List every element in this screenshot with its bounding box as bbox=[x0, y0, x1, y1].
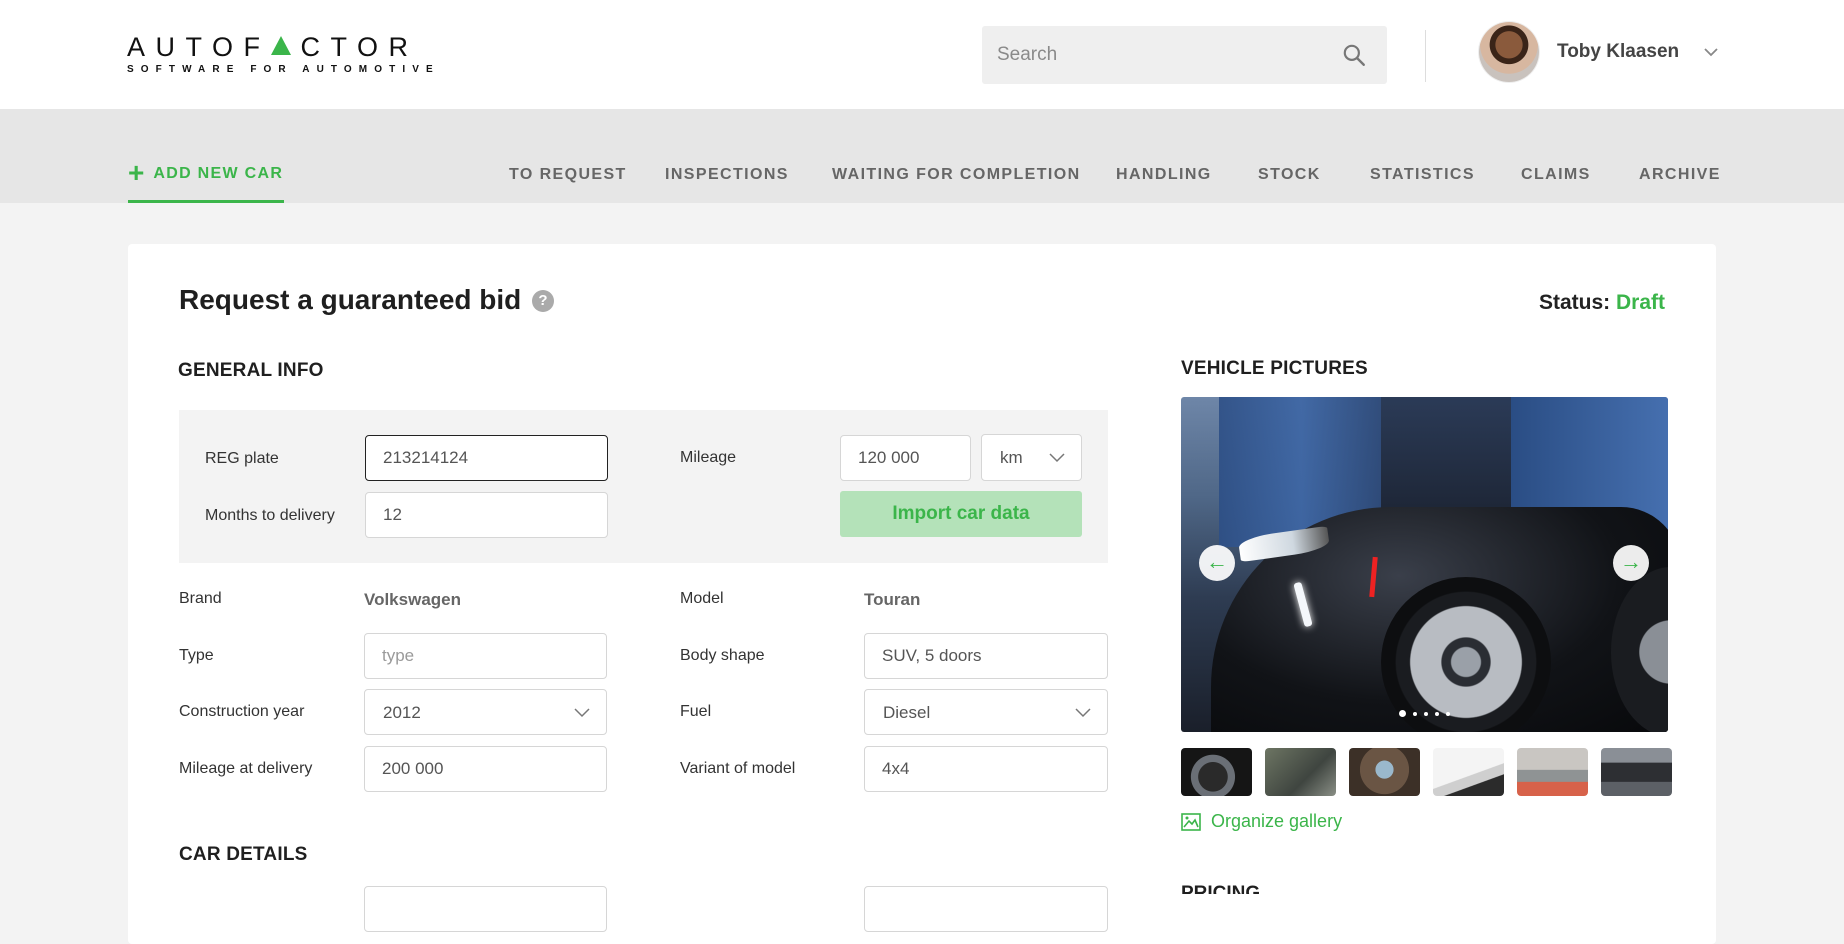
model-value: Touran bbox=[864, 590, 921, 609]
type-field[interactable] bbox=[364, 633, 607, 679]
construction-year-value: 2012 bbox=[383, 703, 421, 722]
mileage-at-delivery-field[interactable] bbox=[364, 746, 607, 792]
body-shape-label: Body shape bbox=[680, 647, 765, 664]
mileage-at-delivery-input[interactable] bbox=[365, 747, 606, 791]
tab-stock[interactable]: STOCK bbox=[1258, 166, 1321, 184]
months-to-delivery-label: Months to delivery bbox=[205, 507, 335, 524]
photo-thumbnail[interactable] bbox=[1265, 748, 1336, 796]
vehicle-pictures-heading: VEHICLE PICTURES bbox=[1181, 358, 1368, 379]
car-details-field-left[interactable] bbox=[364, 886, 607, 932]
tab-statistics[interactable]: STATISTICS bbox=[1370, 166, 1475, 184]
import-car-data-button[interactable]: Import car data bbox=[840, 491, 1082, 537]
car-details-field-right[interactable] bbox=[864, 886, 1108, 932]
months-to-delivery-input[interactable] bbox=[366, 493, 607, 537]
tab-to-request[interactable]: TO REQUEST bbox=[509, 166, 627, 184]
tab-inspections[interactable]: INSPECTIONS bbox=[665, 166, 789, 184]
organize-gallery-label: Organize gallery bbox=[1211, 811, 1343, 831]
page-title: Request a guaranteed bid bbox=[179, 284, 522, 315]
carousel-dots bbox=[1399, 710, 1450, 717]
fuel-value: Diesel bbox=[883, 703, 931, 722]
status-label: Status: bbox=[1538, 291, 1611, 314]
carousel-dot[interactable] bbox=[1446, 711, 1450, 716]
add-new-car-label: ADD NEW CAR bbox=[153, 165, 284, 182]
variant-of-model-field[interactable] bbox=[864, 746, 1108, 792]
mileage-unit-value: km bbox=[1000, 448, 1023, 467]
organize-gallery-link[interactable]: Organize gallery bbox=[1181, 811, 1342, 832]
fuel-select[interactable]: Diesel bbox=[864, 689, 1108, 735]
arrow-right-icon[interactable]: → bbox=[1613, 545, 1649, 581]
tab-archive[interactable]: ARCHIVE bbox=[1639, 166, 1721, 184]
image-icon bbox=[1181, 812, 1201, 831]
photo-thumbnail[interactable] bbox=[1349, 748, 1420, 796]
construction-year-select[interactable]: 2012 bbox=[364, 689, 607, 735]
chevron-down-icon[interactable] bbox=[1703, 44, 1719, 60]
carousel-dot[interactable] bbox=[1413, 711, 1417, 716]
photo-thumbnail[interactable] bbox=[1433, 748, 1504, 796]
search-input[interactable] bbox=[982, 26, 1322, 84]
chevron-down-icon bbox=[574, 708, 590, 718]
user-name[interactable]: Toby Klaasen bbox=[1557, 41, 1679, 63]
photo-thumbnail[interactable] bbox=[1181, 748, 1252, 796]
fuel-label: Fuel bbox=[680, 703, 712, 720]
photo-thumbnail[interactable] bbox=[1601, 748, 1672, 796]
chevron-down-icon bbox=[1049, 453, 1065, 463]
photo-background bbox=[1381, 397, 1511, 517]
status-indicator: Status: Draft bbox=[1539, 291, 1665, 315]
body-shape-field[interactable] bbox=[864, 633, 1108, 679]
mileage-label: Mileage bbox=[680, 449, 737, 466]
tab-waiting-for-completion[interactable]: WAITING FOR COMPLETION bbox=[832, 166, 1081, 184]
mileage-unit-select[interactable]: km bbox=[981, 434, 1082, 481]
body-shape-input[interactable] bbox=[865, 634, 1107, 678]
variant-of-model-label: Variant of model bbox=[680, 760, 796, 777]
user-avatar[interactable] bbox=[1479, 22, 1539, 82]
status-value: Draft bbox=[1615, 291, 1665, 314]
tab-claims[interactable]: CLAIMS bbox=[1521, 166, 1591, 184]
plus-icon: + bbox=[128, 157, 145, 188]
months-to-delivery-field[interactable] bbox=[365, 492, 608, 538]
chevron-down-icon bbox=[1075, 708, 1091, 718]
request-bid-card: Request a guaranteed bid ? Status: Draft… bbox=[128, 244, 1716, 944]
top-header: AUTOFCTOR SOFTWARE FOR AUTOMOTIVE Toby K… bbox=[0, 0, 1844, 109]
pricing-heading: PRICING bbox=[1181, 883, 1261, 894]
logo-tagline: SOFTWARE FOR AUTOMOTIVE bbox=[127, 64, 440, 75]
carousel-dot[interactable] bbox=[1399, 710, 1406, 717]
carousel-dot[interactable] bbox=[1424, 711, 1428, 716]
mileage-input[interactable] bbox=[841, 436, 970, 480]
brand-label: Brand bbox=[179, 590, 222, 607]
reg-plate-input[interactable] bbox=[366, 436, 607, 480]
type-input[interactable] bbox=[365, 634, 606, 678]
photo-thumbnails bbox=[1181, 748, 1672, 796]
mileage-at-delivery-label: Mileage at delivery bbox=[179, 760, 313, 777]
main-nav: + ADD NEW CAR TO REQUEST INSPECTIONS WAI… bbox=[0, 109, 1844, 203]
autofactor-logo[interactable]: AUTOF CTOR SOFTWARE FOR AUTOMOTIVE bbox=[127, 32, 440, 76]
arrow-left-icon[interactable]: ← bbox=[1199, 545, 1235, 581]
brand-value: Volkswagen bbox=[364, 590, 461, 609]
tab-handling[interactable]: HANDLING bbox=[1116, 166, 1212, 184]
model-label: Model bbox=[680, 590, 724, 607]
header-divider bbox=[1425, 30, 1426, 82]
variant-of-model-input[interactable] bbox=[865, 747, 1107, 791]
construction-year-label: Construction year bbox=[179, 703, 305, 720]
carousel-dot[interactable] bbox=[1435, 711, 1439, 716]
add-new-car-tab[interactable]: + ADD NEW CAR bbox=[128, 157, 285, 203]
mileage-field[interactable] bbox=[840, 435, 971, 481]
help-icon[interactable]: ? bbox=[532, 290, 554, 312]
registration-lookup-panel bbox=[179, 410, 1108, 563]
photo-thumbnail[interactable] bbox=[1517, 748, 1588, 796]
car-details-heading: CAR DETAILS bbox=[179, 844, 308, 865]
search-box bbox=[982, 26, 1387, 84]
reg-plate-field[interactable] bbox=[365, 435, 608, 481]
general-info-heading: GENERAL INFO bbox=[178, 360, 324, 381]
search-icon[interactable] bbox=[1341, 42, 1367, 68]
reg-plate-label: REG plate bbox=[205, 450, 279, 467]
type-label: Type bbox=[179, 647, 214, 664]
vehicle-photo-carousel[interactable]: ← → bbox=[1181, 397, 1668, 732]
logo-wordmark: AUTOF CTOR bbox=[127, 32, 419, 62]
